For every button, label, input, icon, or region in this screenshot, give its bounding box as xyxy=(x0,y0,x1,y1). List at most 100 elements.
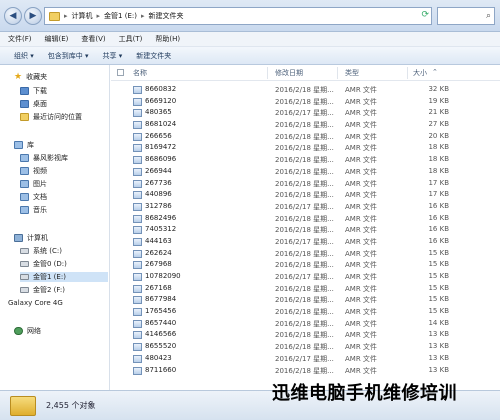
nav-pictures[interactable]: 图片 xyxy=(20,179,47,189)
table-row[interactable]: 267736 2016/2/18 星期... AMR 文件 17 KB xyxy=(111,178,500,190)
file-size: 19 KB xyxy=(428,96,449,105)
column-size[interactable]: 大小 xyxy=(413,68,427,78)
nav-galaxy-device[interactable]: Galaxy Core 4G xyxy=(8,299,63,307)
table-row[interactable]: 440896 2016/2/18 星期... AMR 文件 17 KB xyxy=(111,189,500,201)
nav-libraries[interactable]: 库 xyxy=(14,140,34,150)
command-toolbar: 组织 ▾ 包含到库中 ▾ 共享 ▾ 新建文件夹 xyxy=(0,47,500,65)
breadcrumb-computer[interactable]: 计算机 xyxy=(72,11,93,21)
select-all-checkbox[interactable] xyxy=(117,69,124,76)
table-row[interactable]: 444163 2016/2/17 星期... AMR 文件 16 KB xyxy=(111,236,500,248)
nav-computer[interactable]: 计算机 xyxy=(14,233,48,243)
item-count: 2,455 个对象 xyxy=(46,401,96,410)
nav-music[interactable]: 音乐 xyxy=(20,205,47,215)
file-size: 15 KB xyxy=(428,248,449,257)
table-row[interactable]: 4146566 2016/2/18 星期... AMR 文件 13 KB xyxy=(111,329,500,341)
table-row[interactable]: 8655520 2016/2/18 星期... AMR 文件 13 KB xyxy=(111,341,500,353)
library-icon xyxy=(14,141,23,149)
videos-icon xyxy=(20,167,29,175)
nav-drive-d[interactable]: 金管0 (D:) xyxy=(20,259,67,269)
drive-icon xyxy=(20,248,29,254)
column-date[interactable]: 修改日期 xyxy=(275,68,303,78)
table-row[interactable]: 7405312 2016/2/18 星期... AMR 文件 16 KB xyxy=(111,224,500,236)
file-size: 27 KB xyxy=(428,120,449,129)
share-button[interactable]: 共享 ▾ xyxy=(103,51,123,61)
table-row[interactable]: 8657440 2016/2/18 星期... AMR 文件 14 KB xyxy=(111,318,500,330)
column-name[interactable]: 名称 xyxy=(133,68,147,78)
documents-icon xyxy=(20,193,29,201)
menu-edit[interactable]: 编辑(E) xyxy=(45,34,69,44)
nav-documents[interactable]: 文档 xyxy=(20,192,47,202)
table-row[interactable]: 8677984 2016/2/18 星期... AMR 文件 15 KB xyxy=(111,294,500,306)
back-arrow-icon[interactable]: ◀ xyxy=(4,7,22,25)
nav-drive-f[interactable]: 金管2 (F:) xyxy=(20,285,65,295)
file-size: 16 KB xyxy=(428,236,449,245)
table-row[interactable]: 480423 2016/2/17 星期... AMR 文件 13 KB xyxy=(111,353,500,365)
file-size: 15 KB xyxy=(428,307,449,316)
column-header: 名称 修改日期 类型 大小 ⌃ xyxy=(111,65,500,81)
file-size: 16 KB xyxy=(428,213,449,222)
file-size: 21 KB xyxy=(428,108,449,117)
file-size: 15 KB xyxy=(428,283,449,292)
pictures-icon xyxy=(20,180,29,188)
network-icon xyxy=(14,327,23,335)
menu-view[interactable]: 查看(V) xyxy=(81,34,105,44)
menu-help[interactable]: 帮助(H) xyxy=(155,34,180,44)
file-size: 18 KB xyxy=(428,155,449,164)
include-in-library-button[interactable]: 包含到库中 ▾ xyxy=(48,51,89,61)
menu-file[interactable]: 文件(F) xyxy=(8,34,32,44)
table-row[interactable]: 8682496 2016/2/18 星期... AMR 文件 16 KB xyxy=(111,213,500,225)
table-row[interactable]: 8711660 2016/2/18 星期... AMR 文件 13 KB xyxy=(111,365,500,377)
table-row[interactable]: 267168 2016/2/18 星期... AMR 文件 15 KB xyxy=(111,283,500,295)
breadcrumb-folder[interactable]: 新建文件夹 xyxy=(148,11,183,21)
file-rows: 8660832 2016/2/18 星期... AMR 文件 32 KB 6669120… xyxy=(111,84,500,376)
table-row[interactable]: 266944 2016/2/18 星期... AMR 文件 18 KB xyxy=(111,166,500,178)
desktop-icon xyxy=(20,100,29,108)
nav-desktop[interactable]: 桌面 xyxy=(20,99,47,109)
table-row[interactable]: 312786 2016/2/17 星期... AMR 文件 16 KB xyxy=(111,201,500,213)
menu-tools[interactable]: 工具(T) xyxy=(119,34,143,44)
recent-places-icon xyxy=(20,113,29,121)
table-row[interactable]: 8681024 2016/2/18 星期... AMR 文件 27 KB xyxy=(111,119,500,131)
table-row[interactable]: 10782090 2016/2/17 星期... AMR 文件 15 KB xyxy=(111,271,500,283)
table-row[interactable]: 8660832 2016/2/18 星期... AMR 文件 32 KB xyxy=(111,84,500,96)
table-row[interactable]: 6669120 2016/2/18 星期... AMR 文件 19 KB xyxy=(111,96,500,108)
search-input[interactable]: ⌕ xyxy=(437,7,495,25)
search-icon: ⌕ xyxy=(485,11,491,21)
table-row[interactable]: 480365 2016/2/17 星期... AMR 文件 21 KB xyxy=(111,107,500,119)
new-folder-button[interactable]: 新建文件夹 xyxy=(136,51,171,61)
breadcrumb-drive[interactable]: 金管1 (E:) xyxy=(104,11,137,21)
table-row[interactable]: 1765456 2016/2/18 星期... AMR 文件 15 KB xyxy=(111,306,500,318)
file-size: 13 KB xyxy=(428,365,449,374)
nav-storm-library[interactable]: 暴风影视库 xyxy=(20,153,68,163)
nav-drive-c[interactable]: 系统 (C:) xyxy=(20,246,62,256)
file-size: 13 KB xyxy=(428,342,449,351)
file-size: 17 KB xyxy=(428,178,449,187)
file-size: 16 KB xyxy=(428,225,449,234)
computer-icon xyxy=(14,234,23,242)
nav-network[interactable]: 网络 xyxy=(14,326,41,336)
file-size: 15 KB xyxy=(428,295,449,304)
nav-recent-places[interactable]: 最近访问的位置 xyxy=(20,112,82,122)
file-size: 15 KB xyxy=(428,272,449,280)
column-type[interactable]: 类型 xyxy=(345,68,359,78)
table-row[interactable]: 8169472 2016/2/18 星期... AMR 文件 18 KB xyxy=(111,142,500,154)
file-size: 16 KB xyxy=(428,201,449,210)
nav-drive-e[interactable]: 金管1 (E:) xyxy=(20,272,108,282)
nav-videos[interactable]: 视频 xyxy=(20,166,47,176)
forward-arrow-icon[interactable]: ▶ xyxy=(24,7,42,25)
drive-icon xyxy=(20,261,29,267)
address-field[interactable]: ▸ 计算机 ▸ 金管1 (E:) ▸ 新建文件夹 ⟳ xyxy=(44,7,432,25)
folder-icon xyxy=(49,11,60,21)
table-row[interactable]: 8686096 2016/2/18 星期... AMR 文件 18 KB xyxy=(111,154,500,166)
nav-downloads[interactable]: 下载 xyxy=(20,86,47,96)
folder-icon xyxy=(10,396,36,416)
refresh-icon[interactable]: ⟳ xyxy=(421,10,429,20)
table-row[interactable]: 267968 2016/2/18 星期... AMR 文件 15 KB xyxy=(111,259,500,271)
table-row[interactable]: 262624 2016/2/18 星期... AMR 文件 15 KB xyxy=(111,248,500,260)
table-row[interactable]: 266656 2016/2/18 星期... AMR 文件 20 KB xyxy=(111,131,500,143)
file-size: 13 KB xyxy=(428,353,449,362)
sort-arrow-icon: ⌃ xyxy=(432,68,438,76)
nav-favorites[interactable]: ★ 收藏夹 xyxy=(14,72,47,82)
downloads-icon xyxy=(20,87,29,95)
organize-button[interactable]: 组织 ▾ xyxy=(14,51,34,61)
